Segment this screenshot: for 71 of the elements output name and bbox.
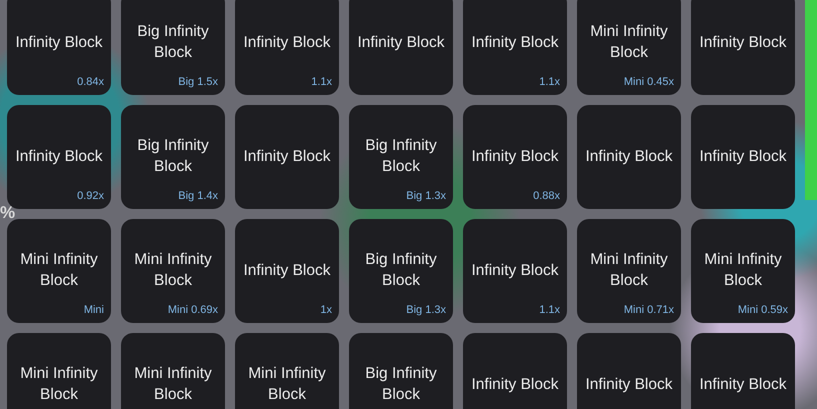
- item-name: Infinity Block: [243, 260, 330, 281]
- item-multiplier: Big 1.5x: [178, 76, 218, 88]
- item-multiplier: Mini 0.69x: [168, 304, 218, 316]
- item-name: Infinity Block: [471, 260, 558, 281]
- item-slot[interactable]: Big Infinity Block Big 1.4x: [121, 105, 225, 209]
- item-name: Infinity Block: [471, 32, 558, 53]
- item-multiplier: 0.88x: [533, 190, 560, 202]
- item-multiplier: Mini 0.59x: [738, 304, 788, 316]
- item-name: Infinity Block: [15, 146, 102, 167]
- item-slot[interactable]: Big Infinity Block Big 1.3x: [349, 219, 453, 323]
- item-slot[interactable]: Mini Infinity Block Mini 0.59x: [691, 219, 795, 323]
- item-name: Mini Infinity Block: [589, 250, 669, 291]
- item-name: Mini Infinity Block: [133, 364, 213, 405]
- item-name: Infinity Block: [243, 146, 330, 167]
- item-slot[interactable]: Mini Infinity Block: [121, 333, 225, 409]
- item-multiplier: 1.1x: [539, 304, 560, 316]
- item-name: Mini Infinity Block: [19, 364, 99, 405]
- item-slot[interactable]: Mini Infinity Block: [235, 333, 339, 409]
- item-name: Big Infinity Block: [364, 250, 438, 291]
- item-name: Infinity Block: [357, 32, 444, 53]
- item-multiplier: 0.92x: [77, 190, 104, 202]
- item-slot[interactable]: Infinity Block: [349, 0, 453, 95]
- item-name: Infinity Block: [471, 146, 558, 167]
- item-multiplier: 1.1x: [311, 76, 332, 88]
- item-slot[interactable]: Infinity Block: [691, 0, 795, 95]
- item-slot[interactable]: Mini Infinity Block Mini 0.45x: [577, 0, 681, 95]
- item-name: Infinity Block: [699, 146, 786, 167]
- item-slot[interactable]: Infinity Block: [235, 105, 339, 209]
- item-name: Mini Infinity Block: [133, 250, 213, 291]
- item-slot[interactable]: Infinity Block: [691, 333, 795, 409]
- item-name: Mini Infinity Block: [19, 250, 99, 291]
- item-slot[interactable]: Infinity Block 1x: [235, 219, 339, 323]
- item-slot[interactable]: Mini Infinity Block Mini 0.71x: [577, 219, 681, 323]
- item-slot[interactable]: Mini Infinity Block Mini 0.69x: [121, 219, 225, 323]
- item-multiplier: Big 1.3x: [406, 304, 446, 316]
- item-multiplier: Mini 0.45x: [624, 76, 674, 88]
- item-slot[interactable]: Infinity Block: [577, 105, 681, 209]
- item-slot[interactable]: Infinity Block: [691, 105, 795, 209]
- item-slot[interactable]: Mini Infinity Block: [7, 333, 111, 409]
- item-name: Infinity Block: [585, 374, 672, 395]
- item-slot[interactable]: Infinity Block 1.1x: [235, 0, 339, 95]
- item-slot[interactable]: Infinity Block 1.1x: [463, 0, 567, 95]
- item-slot[interactable]: Mini Infinity Block Mini: [7, 219, 111, 323]
- item-multiplier: Big 1.3x: [406, 190, 446, 202]
- item-multiplier: Mini: [84, 304, 104, 316]
- item-multiplier: Big 1.4x: [178, 190, 218, 202]
- item-name: Infinity Block: [699, 32, 786, 53]
- item-name: Infinity Block: [243, 32, 330, 53]
- item-name: Mini Infinity Block: [589, 22, 669, 63]
- item-multiplier: Mini 0.71x: [624, 304, 674, 316]
- item-slot[interactable]: Infinity Block 1.1x: [463, 219, 567, 323]
- item-slot[interactable]: Infinity Block 0.84x: [7, 0, 111, 95]
- item-slot[interactable]: Big Infinity Block Big 1.5x: [121, 0, 225, 95]
- item-name: Infinity Block: [585, 146, 672, 167]
- item-name: Big Infinity Block: [364, 136, 438, 177]
- item-slot[interactable]: Infinity Block: [463, 333, 567, 409]
- item-name: Infinity Block: [471, 374, 558, 395]
- item-multiplier: 1x: [320, 304, 332, 316]
- item-slot[interactable]: Infinity Block: [577, 333, 681, 409]
- item-multiplier: 0.84x: [77, 76, 104, 88]
- item-multiplier: 1.1x: [539, 76, 560, 88]
- item-slot[interactable]: Big Infinity Block Big 1.3x: [349, 105, 453, 209]
- item-name: Big Infinity Block: [136, 22, 210, 63]
- item-slot[interactable]: Infinity Block 0.88x: [463, 105, 567, 209]
- item-slot[interactable]: Big Infinity Block: [349, 333, 453, 409]
- item-name: Big Infinity Block: [136, 136, 210, 177]
- item-name: Mini Infinity Block: [247, 364, 327, 405]
- item-name: Mini Infinity Block: [703, 250, 783, 291]
- item-name: Big Infinity Block: [364, 364, 438, 405]
- item-name: Infinity Block: [699, 374, 786, 395]
- item-name: Infinity Block: [15, 32, 102, 53]
